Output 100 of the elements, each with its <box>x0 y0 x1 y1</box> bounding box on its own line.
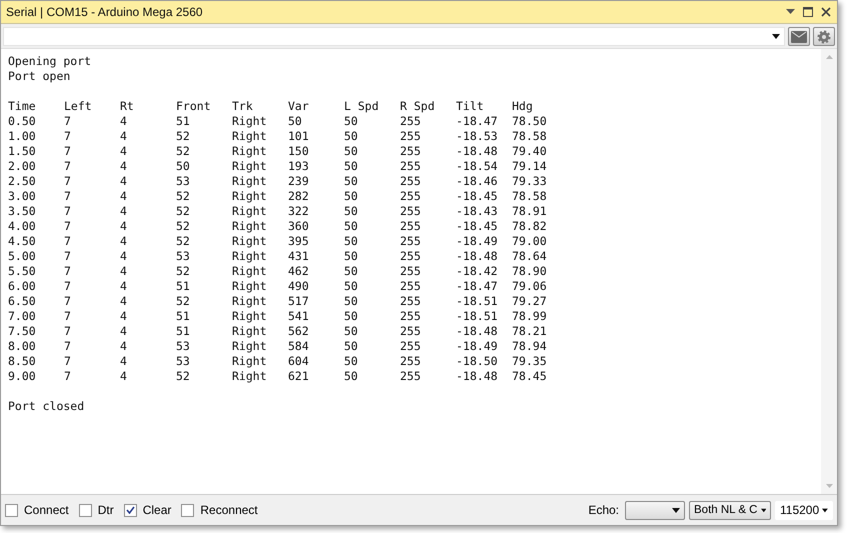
scrollbar[interactable] <box>821 49 837 494</box>
baud-dropdown[interactable]: 115200 <box>775 500 833 520</box>
close-icon[interactable] <box>821 7 831 17</box>
data-value: 255 <box>400 339 422 354</box>
data-value: 78.82 <box>512 219 548 234</box>
data-value: 101 <box>288 129 310 144</box>
data-value: -18.51 <box>456 309 499 324</box>
data-value: -18.46 <box>456 174 499 189</box>
data-value: Right <box>232 234 268 249</box>
data-value: 50 <box>344 144 359 159</box>
data-value: 255 <box>400 189 422 204</box>
data-value: 4 <box>120 114 128 129</box>
data-value: 255 <box>400 309 422 324</box>
caret-icon[interactable] <box>772 34 780 39</box>
data-value: 4 <box>120 324 128 339</box>
data-value: 562 <box>288 324 310 339</box>
data-value: 255 <box>400 159 422 174</box>
send-button[interactable] <box>788 27 810 46</box>
data-value: 52 <box>176 129 191 144</box>
caret-icon <box>672 508 680 512</box>
data-value: 2.00 <box>8 159 37 174</box>
data-value: 50 <box>344 354 359 369</box>
checkbox[interactable] <box>124 504 137 516</box>
data-value: Right <box>232 339 268 354</box>
data-value: 255 <box>400 219 422 234</box>
data-value: 4 <box>120 279 128 294</box>
scroll-up-icon[interactable] <box>826 55 832 59</box>
data-value: 52 <box>176 294 191 309</box>
scroll-down-icon[interactable] <box>826 484 832 488</box>
data-value: 1.50 <box>8 144 37 159</box>
data-value: 50 <box>176 159 191 174</box>
settings-button[interactable] <box>813 27 835 46</box>
data-value: Right <box>232 114 268 129</box>
data-value: 7 <box>64 204 72 219</box>
data-value: 3.50 <box>8 204 37 219</box>
data-value: Right <box>232 309 268 324</box>
data-value: 7 <box>64 234 72 249</box>
data-value: 50 <box>344 204 359 219</box>
data-value: 255 <box>400 249 422 264</box>
data-value: Right <box>232 294 268 309</box>
data-value: 193 <box>288 159 310 174</box>
line-ending-dropdown[interactable]: Both NL & C <box>689 500 771 520</box>
data-value: 7 <box>64 309 72 324</box>
echo-dropdown[interactable] <box>625 500 685 520</box>
data-value: 7.50 <box>8 324 37 339</box>
data-value: 78.21 <box>512 324 548 339</box>
data-value: 78.90 <box>512 264 548 279</box>
data-value: 79.00 <box>512 234 548 249</box>
data-value: -18.54 <box>456 159 499 174</box>
data-value: 7 <box>64 174 72 189</box>
data-value: 4 <box>120 204 128 219</box>
data-value: 50 <box>344 249 359 264</box>
data-value: 50 <box>344 279 359 294</box>
data-value: -18.51 <box>456 294 499 309</box>
column-header: Time <box>8 99 37 114</box>
column-header: Hdg <box>512 99 534 114</box>
data-value: 53 <box>176 174 191 189</box>
data-value: 255 <box>400 354 422 369</box>
data-value: 7 <box>64 339 72 354</box>
data-value: 7.00 <box>8 309 37 324</box>
data-value: Right <box>232 369 268 384</box>
data-value: 395 <box>288 234 310 249</box>
column-header: Var <box>288 99 310 114</box>
data-value: 50 <box>344 129 359 144</box>
data-value: 52 <box>176 219 191 234</box>
send-field[interactable] <box>3 27 785 46</box>
data-value: 51 <box>176 114 191 129</box>
data-value: Right <box>232 159 268 174</box>
data-value: 50 <box>344 324 359 339</box>
echo-label: Echo: <box>588 503 619 517</box>
data-value: 6.50 <box>8 294 37 309</box>
data-value: 8.00 <box>8 339 37 354</box>
data-value: 490 <box>288 279 310 294</box>
data-value: 255 <box>400 279 422 294</box>
data-value: 255 <box>400 204 422 219</box>
data-value: Right <box>232 279 268 294</box>
maximize-icon[interactable] <box>803 7 813 17</box>
data-value: 4 <box>120 189 128 204</box>
checkbox[interactable] <box>5 504 18 516</box>
data-value: 3.00 <box>8 189 37 204</box>
data-value: 52 <box>176 189 191 204</box>
data-value: 9.00 <box>8 369 37 384</box>
checkbox[interactable] <box>181 504 194 516</box>
data-value: 255 <box>400 144 422 159</box>
data-value: 150 <box>288 144 310 159</box>
checkbox-label: Clear <box>142 503 172 517</box>
column-header: Trk <box>232 99 254 114</box>
data-value: 4 <box>120 339 128 354</box>
data-value: 621 <box>288 369 310 384</box>
data-value: 4 <box>120 264 128 279</box>
data-value: 4.00 <box>8 219 37 234</box>
checkbox[interactable] <box>78 504 92 516</box>
data-value: 462 <box>288 264 310 279</box>
data-value: 255 <box>400 174 422 189</box>
dropdown-icon[interactable] <box>786 9 795 15</box>
data-value: 255 <box>400 324 422 339</box>
data-value: 255 <box>400 369 422 384</box>
envelope-icon <box>791 30 807 42</box>
data-value: 4 <box>120 309 128 324</box>
data-value: 360 <box>288 219 310 234</box>
